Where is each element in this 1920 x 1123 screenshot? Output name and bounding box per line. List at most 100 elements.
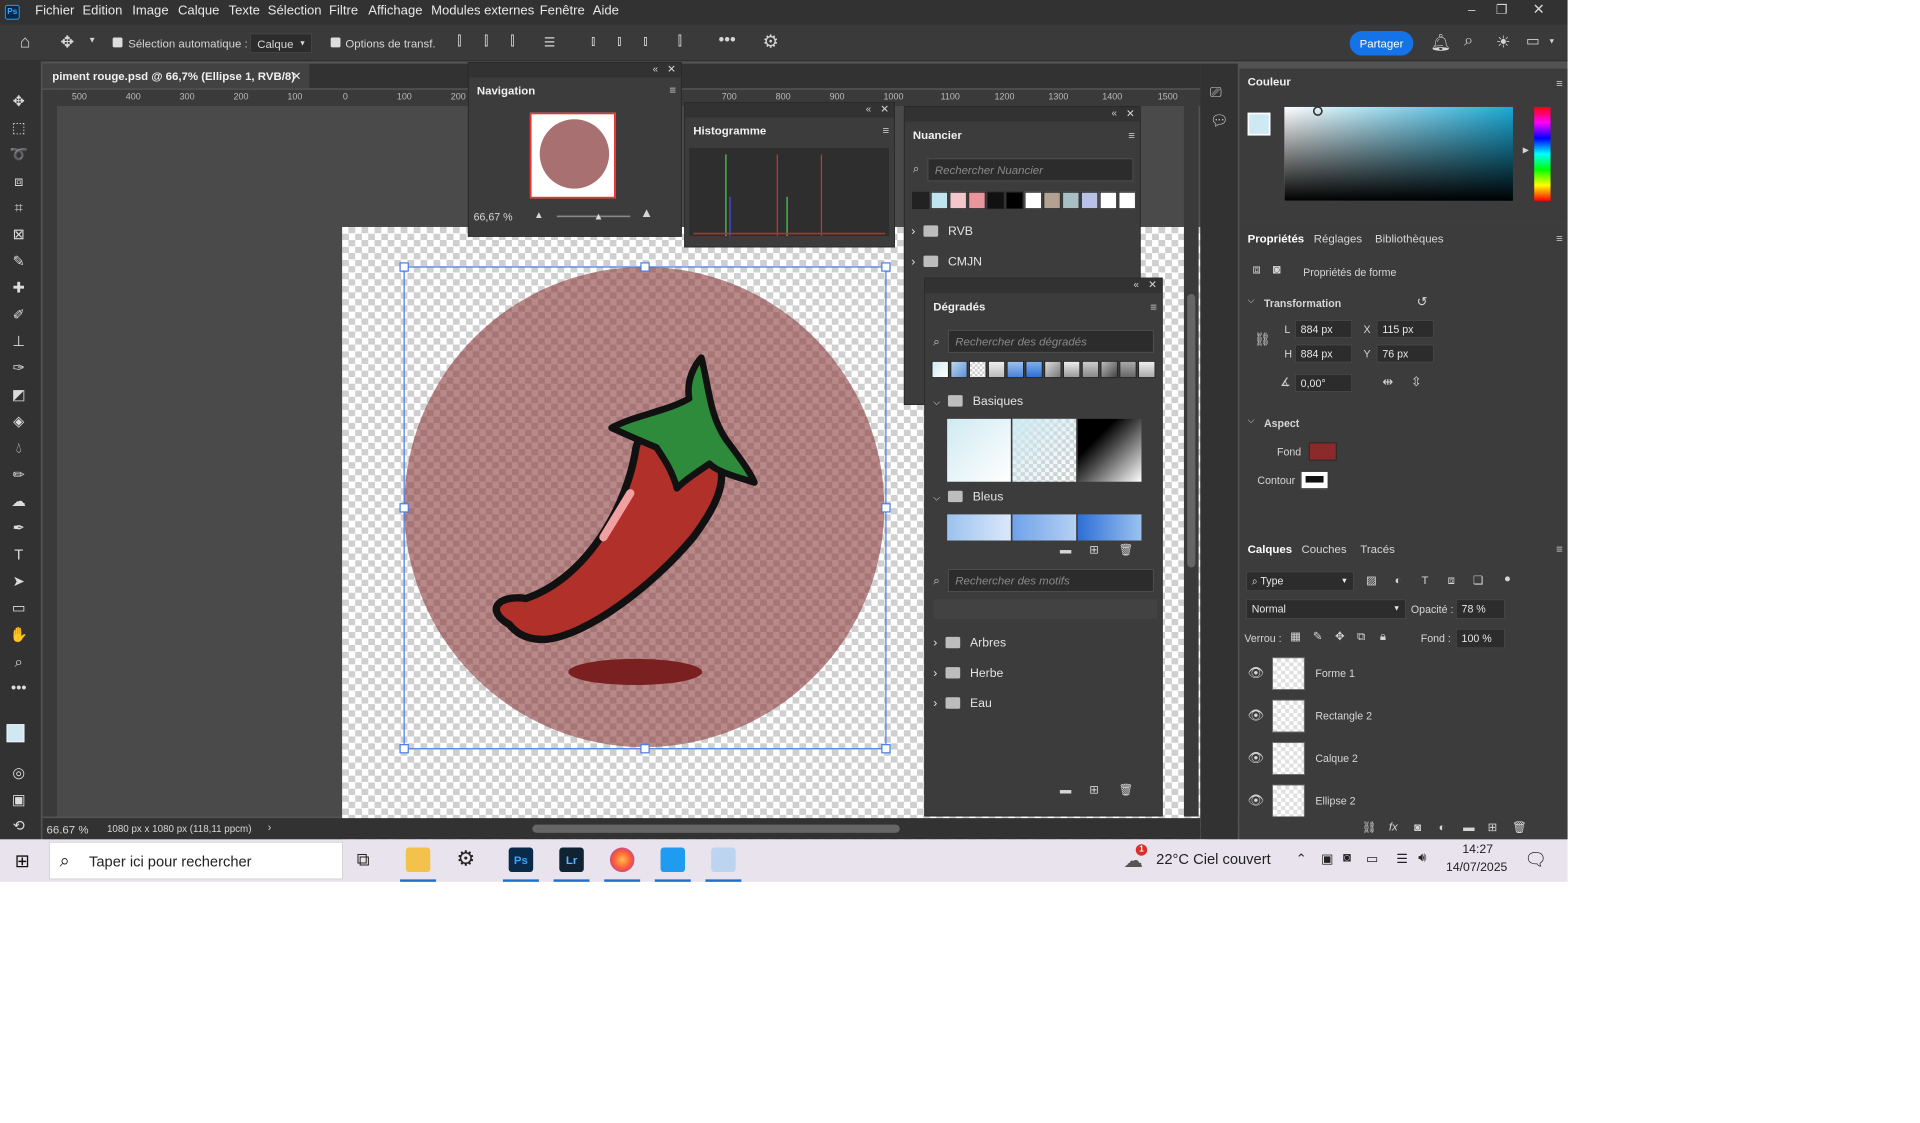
content-aware-icon[interactable]: ⟲ (8, 815, 29, 836)
color-swatch[interactable] (1005, 191, 1024, 210)
panel-menu-icon[interactable]: ≡ (1150, 300, 1157, 313)
blur-tool-icon[interactable]: 💧︎ (8, 437, 29, 458)
gradient-thumb[interactable] (947, 418, 1011, 482)
reset-icon[interactable]: ↺ (1417, 294, 1428, 310)
add-icon[interactable]: ⊞ (1089, 783, 1099, 797)
volume-icon[interactable]: 🔊︎ (1418, 851, 1426, 866)
align-center-icon[interactable]: ⫿ (484, 34, 488, 49)
distribute-icon[interactable]: ☰ (544, 34, 556, 50)
workspace-icon[interactable]: ▭ (1526, 33, 1540, 50)
type-tool-icon[interactable]: T (8, 544, 29, 565)
chevron-down-icon[interactable]: ▼ (1548, 37, 1555, 45)
align-middle-icon[interactable]: ⫾ (617, 34, 621, 49)
path-select-tool-icon[interactable]: ➤ (8, 571, 29, 592)
chevron-right-icon[interactable]: › (268, 821, 272, 833)
transform-handle[interactable] (640, 262, 650, 272)
gradient-swatch[interactable] (1006, 360, 1024, 379)
flip-vertical-icon[interactable]: ⇳ (1411, 374, 1422, 390)
zoom-tool-icon[interactable]: ⌕ (8, 651, 29, 672)
gradient-swatch[interactable] (1063, 360, 1081, 379)
layer-select-dropdown[interactable]: Calque ▼ (249, 33, 312, 54)
collapse-icon[interactable]: « (866, 103, 871, 114)
transform-handle[interactable] (881, 744, 891, 754)
pattern-folder-water[interactable]: › Eau (933, 696, 992, 710)
color-swatch[interactable] (987, 191, 1005, 210)
layer-row[interactable]: 👁︎ Forme 1 (1239, 652, 1550, 695)
clock-time[interactable]: 14:27 (1462, 843, 1493, 857)
layer-row[interactable]: 👁︎ Rectangle 2 (1239, 694, 1550, 738)
layer-style-icon[interactable]: fx (1389, 820, 1398, 833)
panel-menu-icon[interactable]: ≡ (882, 124, 889, 137)
color-swatch[interactable] (930, 191, 948, 210)
pen-tool-icon[interactable]: ✒ (8, 517, 29, 538)
distribute-vertical-icon[interactable]: ⫿ (678, 34, 682, 49)
menu-view[interactable]: Affichage (368, 4, 422, 19)
y-field[interactable]: 76 px (1376, 344, 1434, 363)
rectangle-tool-icon[interactable]: ▭ (8, 597, 29, 618)
clock-date[interactable]: 14/07/2025 (1446, 861, 1507, 875)
align-right-icon[interactable]: ⫿ (510, 34, 514, 49)
move-tool-icon[interactable]: ✥ (60, 32, 74, 52)
weather-text[interactable]: 22°C Ciel couvert (1156, 851, 1271, 868)
foreground-color-swatch[interactable] (1247, 112, 1271, 136)
collapse-icon[interactable]: « (1112, 107, 1117, 118)
home-icon[interactable]: ⌂ (20, 31, 31, 52)
status-zoom[interactable]: 66.67 % (47, 823, 89, 836)
windows-start-icon[interactable]: ⊞ (15, 851, 30, 872)
vertical-scrollbar[interactable] (1183, 106, 1199, 817)
lightroom-taskbar-icon[interactable]: Lr (559, 847, 584, 873)
chevron-down-icon[interactable]: ▼ (88, 36, 96, 45)
align-left-icon[interactable]: ⫿ (457, 34, 461, 49)
more-options-icon[interactable]: ••• (719, 31, 736, 50)
swatches-search-input[interactable]: Rechercher Nuancier (927, 158, 1134, 182)
document-tab[interactable]: piment rouge.psd @ 66,7% (Ellipse 1, RVB… (42, 63, 310, 89)
hand-tool-icon[interactable]: ✋ (8, 624, 29, 645)
menu-edit[interactable]: Edition (82, 4, 122, 19)
task-view-icon[interactable]: ⧉ (357, 849, 370, 870)
history-icon[interactable]: ⎚ (1210, 84, 1222, 101)
close-icon[interactable]: ✕ (1148, 278, 1157, 291)
gradient-swatch[interactable] (1081, 360, 1100, 379)
gradient-swatch[interactable] (1025, 360, 1043, 379)
color-title[interactable]: Couleur (1239, 69, 1299, 92)
pattern-folder-trees[interactable]: › Arbres (933, 636, 1006, 650)
crop-tool-icon[interactable]: ⌗ (8, 197, 29, 218)
screen-mode-icon[interactable]: ▣ (8, 789, 29, 810)
color-swatch[interactable] (1062, 191, 1080, 210)
hue-slider[interactable] (1534, 106, 1551, 201)
dodge-tool-icon[interactable]: ✏ (8, 464, 29, 485)
gradient-swatch[interactable] (1119, 360, 1137, 379)
lock-all-icon[interactable]: 🔒︎ (1380, 630, 1386, 644)
height-field[interactable]: 884 px (1294, 344, 1353, 363)
lock-artboard-icon[interactable]: ⧉ (1357, 630, 1365, 644)
patterns-search-input[interactable]: Rechercher des motifs (947, 569, 1154, 592)
align-bottom-icon[interactable]: ⫾ (643, 34, 647, 49)
gear-icon[interactable]: ⚙ (763, 31, 779, 52)
gradient-swatch[interactable] (1100, 360, 1118, 379)
menu-image[interactable]: Image (132, 4, 168, 19)
shape-filter-icon[interactable]: ⧈ (1448, 573, 1455, 587)
gradient-swatch[interactable] (987, 360, 1006, 379)
gradient-swatch[interactable] (1044, 360, 1062, 379)
notifications-icon[interactable]: 🗨︎ (1524, 849, 1547, 870)
transform-handle[interactable] (399, 744, 409, 754)
gradients-search-input[interactable]: Rechercher des dégradés (947, 329, 1154, 353)
color-swatch[interactable] (968, 191, 986, 210)
close-icon[interactable]: ✕ (1126, 107, 1135, 120)
more-tools-icon[interactable]: ••• (8, 677, 29, 698)
color-swatch[interactable] (912, 191, 930, 210)
close-icon[interactable]: ✕ (292, 69, 302, 83)
history-brush-tool-icon[interactable]: ✑ (8, 357, 29, 378)
eraser-tool-icon[interactable]: ◩ (8, 384, 29, 405)
bell-icon[interactable]: 🔔︎ (1431, 33, 1452, 53)
lasso-tool-icon[interactable]: ➰ (8, 144, 29, 165)
settings-gear-icon[interactable]: ⚙ (456, 846, 475, 871)
battery-icon[interactable]: ▭ (1366, 851, 1378, 867)
color-swatch[interactable] (949, 191, 967, 210)
gradient-group-blues[interactable]: ⌵ Bleus (933, 490, 1003, 504)
photoshop-taskbar-icon[interactable]: Ps (508, 847, 534, 873)
panel-menu-icon[interactable]: ≡ (1556, 77, 1563, 90)
color-swatch[interactable] (1099, 191, 1117, 210)
flip-horizontal-icon[interactable]: ⇹ (1382, 374, 1393, 390)
blend-mode-dropdown[interactable]: Normal ▼ (1245, 599, 1407, 619)
